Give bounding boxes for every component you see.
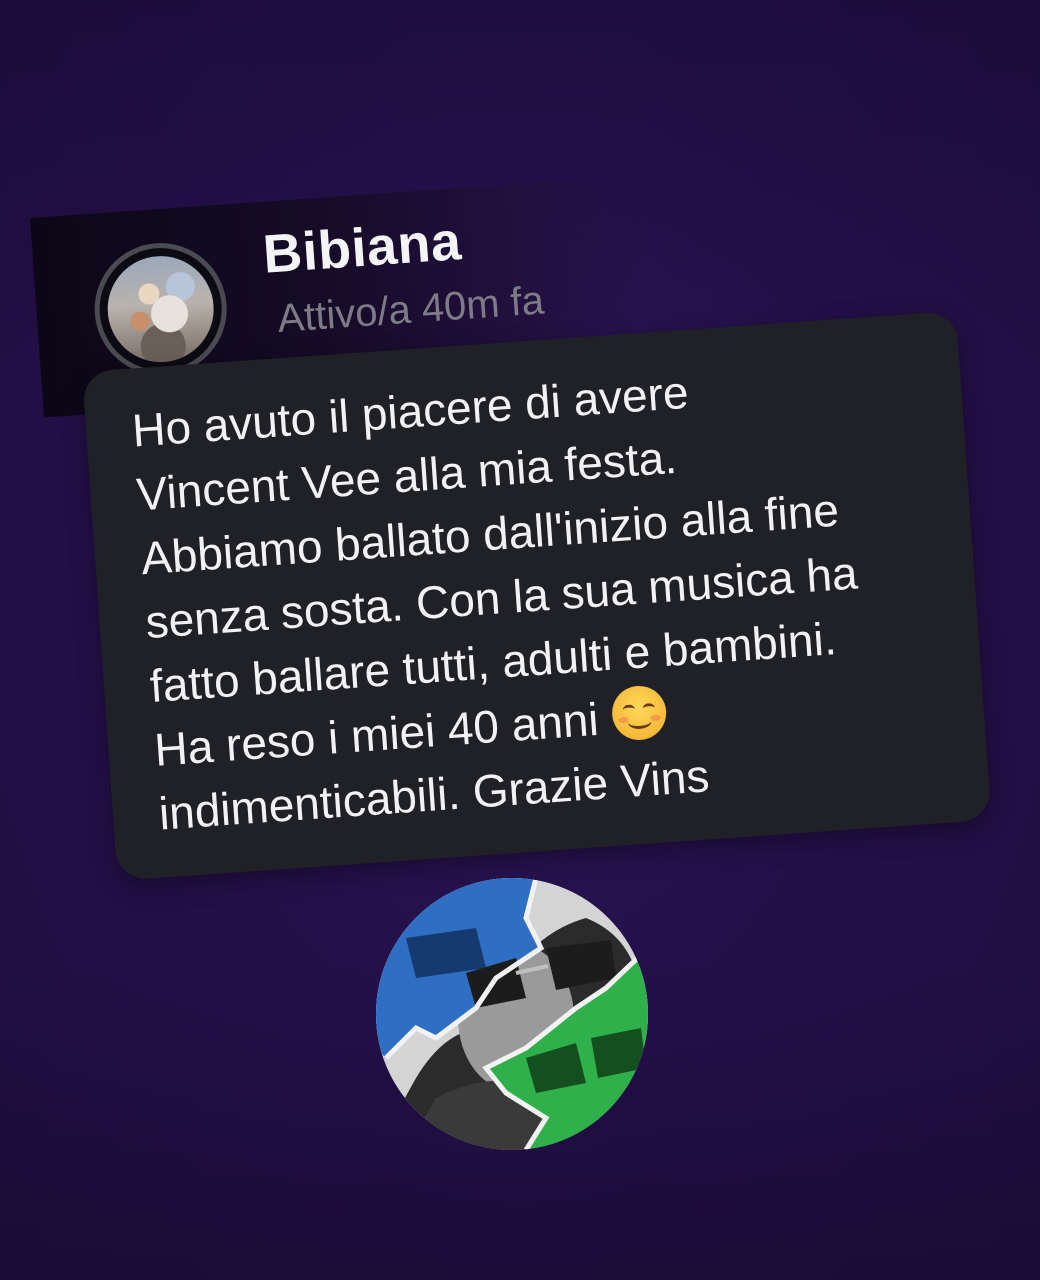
contact-name[interactable]: Bibiana	[261, 210, 463, 286]
message-text: Ho avuto il piacere di avere Vincent Vee…	[130, 349, 873, 846]
contact-status: Attivo/a 40m fa	[276, 278, 546, 341]
profile-photo-icon	[104, 252, 218, 366]
smiling-face-icon	[610, 684, 668, 742]
dj-logo-avatar	[376, 878, 648, 1150]
dj-portrait-logo-icon	[376, 878, 648, 1150]
contact-avatar[interactable]	[90, 238, 232, 380]
message-bubble[interactable]: Ho avuto il piacere di avere Vincent Vee…	[82, 310, 992, 881]
